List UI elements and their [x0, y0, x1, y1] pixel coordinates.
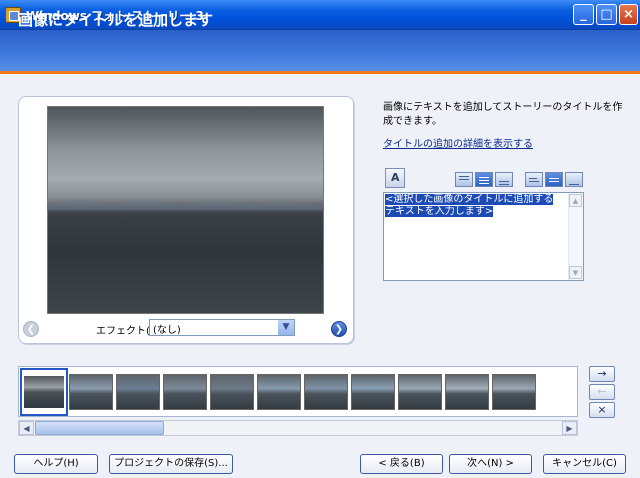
minimize-button[interactable]: _: [573, 4, 594, 25]
caption-text[interactable]: <選択した画像のタイトルに追加するテキストを入力します>: [385, 194, 561, 218]
next-button[interactable]: 次へ(N) >: [449, 454, 532, 474]
scroll-up-icon[interactable]: ▲: [569, 194, 582, 207]
filmstrip-thumbnail[interactable]: [257, 374, 301, 410]
scroll-right-icon[interactable]: ▶: [562, 421, 577, 435]
filmstrip-thumbnail[interactable]: [116, 374, 160, 410]
cancel-button[interactable]: キャンセル(C): [543, 454, 626, 474]
chevron-down-icon[interactable]: ▼: [278, 320, 294, 335]
filmstrip-thumbnail[interactable]: [492, 374, 536, 410]
scroll-down-icon[interactable]: ▼: [569, 266, 582, 279]
align-middle-button[interactable]: [475, 172, 493, 187]
previous-photo-button[interactable]: ❮: [23, 321, 39, 337]
preview-image: [47, 106, 324, 314]
font-icon[interactable]: [385, 168, 405, 188]
move-right-button[interactable]: →: [589, 366, 615, 382]
close-button[interactable]: ×: [619, 4, 638, 25]
instructions-text: 画像にテキストを追加してストーリーのタイトルを作成できます。: [383, 102, 623, 127]
move-left-button[interactable]: ←: [589, 384, 615, 400]
scrollbar-thumb[interactable]: [35, 421, 164, 435]
align-top-button[interactable]: [455, 172, 473, 187]
filmstrip-thumbnail[interactable]: [304, 374, 348, 410]
filmstrip-thumbnail[interactable]: [351, 374, 395, 410]
align-bottom-button[interactable]: [495, 172, 513, 187]
remove-button[interactable]: ×: [589, 402, 615, 418]
scroll-left-icon[interactable]: ◀: [19, 421, 34, 435]
back-button[interactable]: < 戻る(B): [360, 454, 443, 474]
help-button[interactable]: ヘルプ(H): [14, 454, 98, 474]
align-left-button[interactable]: [525, 172, 543, 187]
filmstrip-thumbnail[interactable]: [210, 374, 254, 410]
filmstrip-thumbnail[interactable]: [69, 374, 113, 410]
caption-text-selection: <選択した画像のタイトルに追加するテキストを入力します>: [385, 194, 554, 217]
save-project-button[interactable]: プロジェクトの保存(S)...: [109, 454, 233, 474]
filmstrip-thumbnail[interactable]: [445, 374, 489, 410]
filmstrip-thumbnail[interactable]: [398, 374, 442, 410]
next-photo-button[interactable]: ❯: [331, 321, 347, 337]
align-center-button[interactable]: [545, 172, 563, 187]
effect-select-value: (なし): [153, 325, 181, 336]
page-header: [0, 30, 640, 74]
maximize-button[interactable]: □: [596, 4, 617, 25]
page-title: 画像にタイトルを追加します: [18, 11, 214, 29]
details-link[interactable]: タイトルの追加の詳細を表示する: [383, 135, 533, 150]
align-right-button[interactable]: [565, 172, 583, 187]
filmstrip-thumbnail[interactable]: [163, 374, 207, 410]
filmstrip-thumbnail-selected[interactable]: [20, 368, 68, 416]
